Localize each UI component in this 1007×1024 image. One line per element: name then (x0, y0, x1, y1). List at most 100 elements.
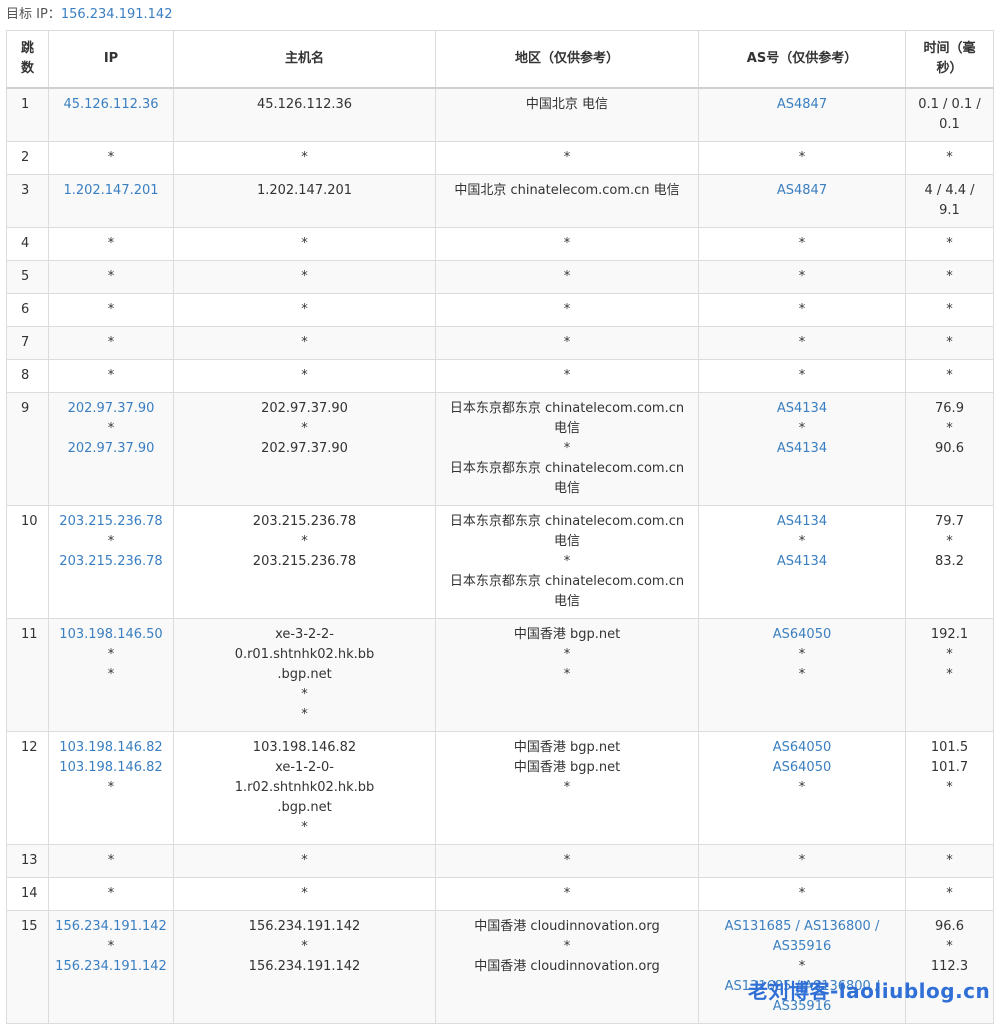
as-link[interactable]: AS131685 / AS136800 / AS35916 (717, 917, 887, 957)
time-cell: 0.1 / 0.1 / 0.1 (905, 87, 994, 142)
host-value: * (301, 335, 308, 350)
table-row: 1 45.126.112.36 45.126.112.36 中国北京 电信 AS4847… (6, 87, 994, 142)
as-link[interactable]: AS64050 (717, 625, 887, 645)
ip-value: * (107, 667, 115, 682)
ip-value: * (107, 335, 115, 350)
as-link[interactable]: AS4134 (717, 512, 887, 532)
as-link[interactable]: AS4847 (717, 95, 887, 115)
ip-cell: * (48, 877, 174, 911)
host-value: * (301, 886, 308, 901)
region-cell: 中国北京 电信 (435, 87, 699, 142)
time-value: 96.6 (935, 919, 964, 934)
host-value: 203.215.236.78 (252, 514, 357, 529)
host-value: * (301, 269, 308, 284)
as-cell: AS131685 / AS136800 / AS35916 * AS131685 /… (698, 910, 906, 1024)
host-value: 202.97.37.90 (261, 441, 348, 456)
as-value: * (798, 269, 806, 284)
ip-link[interactable]: 1.202.147.201 (49, 181, 173, 201)
ip-value: * (107, 886, 115, 901)
hostname-cell: * (173, 293, 436, 327)
ip-link[interactable]: 103.198.146.82 (49, 738, 173, 758)
ip-cell: * (48, 260, 174, 294)
ip-link[interactable]: 203.215.236.78 (49, 552, 173, 572)
ip-cell: * (48, 844, 174, 878)
table-row: 10 203.215.236.78 * 203.215.236.78 203.215.2… (6, 505, 994, 619)
ip-value: * (107, 421, 115, 436)
as-value: * (798, 150, 806, 165)
ip-value: * (107, 302, 115, 317)
host-value: 156.234.191.142 (248, 919, 361, 934)
ip-link[interactable]: 103.198.146.50 (49, 625, 173, 645)
hostname-cell: * (173, 326, 436, 360)
as-link[interactable]: AS4134 (717, 439, 887, 459)
region-cell: * (435, 877, 699, 911)
ip-link[interactable]: 202.97.37.90 (49, 399, 173, 419)
region-value: * (563, 554, 571, 569)
as-link[interactable]: AS64050 (717, 758, 887, 778)
region-cell: 中国香港 cloudinnovation.org * 中国香港 cloudinnov… (435, 910, 699, 1024)
as-cell: AS4847 (698, 174, 906, 228)
time-value: * (946, 886, 953, 901)
time-value: * (946, 939, 953, 954)
region-value: * (563, 886, 571, 901)
host-value: * (301, 820, 308, 835)
as-cell: * (698, 141, 906, 175)
ip-link[interactable]: 156.234.191.142 (49, 957, 173, 977)
host-value: * (301, 687, 308, 702)
region-value: 中国香港 bgp.net (513, 760, 621, 775)
table-row: 4 * * * * * (6, 227, 994, 261)
as-cell: AS64050 AS64050 * (698, 731, 906, 845)
as-link[interactable]: AS4847 (717, 181, 887, 201)
region-cell: 日本东京都东京 chinatelecom.com.cn 电信 * 日本东京都东京 c… (435, 505, 699, 619)
ip-value: * (107, 647, 115, 662)
ip-cell: 1.202.147.201 (48, 174, 174, 228)
hop-cell: 12 (6, 731, 49, 845)
region-cell: 中国香港 bgp.net 中国香港 bgp.net * (435, 731, 699, 845)
ip-value: * (107, 853, 115, 868)
ip-value: * (107, 269, 115, 284)
as-cell: * (698, 877, 906, 911)
as-cell: * (698, 260, 906, 294)
region-cell: * (435, 260, 699, 294)
target-ip-value[interactable]: 156.234.191.142 (61, 7, 173, 22)
region-cell: * (435, 359, 699, 393)
hostname-cell: 203.215.236.78 * 203.215.236.78 (173, 505, 436, 619)
ip-cell: * (48, 359, 174, 393)
time-cell: 4 / 4.4 / 9.1 (905, 174, 994, 228)
host-value: 103.198.146.82 (252, 740, 357, 755)
as-cell: AS4134 * AS4134 (698, 505, 906, 619)
time-value: * (946, 780, 953, 795)
time-value: 4 / 4.4 / 9.1 (924, 183, 975, 218)
hostname-cell: * (173, 260, 436, 294)
as-value: * (798, 421, 806, 436)
hop-cell: 15 (6, 910, 49, 1024)
table-row: 14 * * * * * (6, 877, 994, 911)
table-row: 2 * * * * * (6, 141, 994, 175)
ip-link[interactable]: 156.234.191.142 (49, 917, 173, 937)
table-row: 8 * * * * * (6, 359, 994, 393)
region-value: * (563, 236, 571, 251)
ip-link[interactable]: 103.198.146.82 (49, 758, 173, 778)
as-link[interactable]: AS4134 (717, 552, 887, 572)
region-cell: * (435, 326, 699, 360)
as-link[interactable]: AS4134 (717, 399, 887, 419)
hop-cell: 2 (6, 141, 49, 175)
ip-value: * (107, 150, 115, 165)
host-value: 45.126.112.36 (256, 97, 353, 112)
region-cell: 中国香港 bgp.net * * (435, 618, 699, 732)
region-value: * (563, 368, 571, 383)
as-value: * (798, 647, 806, 662)
time-value: * (946, 853, 953, 868)
hostname-cell: xe-3-2-2-0.r01.shtnhk02.hk.bb.bgp.net * * (173, 618, 436, 732)
time-cell: * (905, 260, 994, 294)
ip-link[interactable]: 203.215.236.78 (49, 512, 173, 532)
region-value: * (563, 150, 571, 165)
time-value: * (946, 534, 953, 549)
hop-cell: 13 (6, 844, 49, 878)
hop-cell: 10 (6, 505, 49, 619)
ip-link[interactable]: 202.97.37.90 (49, 439, 173, 459)
ip-link[interactable]: 45.126.112.36 (49, 95, 173, 115)
region-value: 中国香港 cloudinnovation.org (474, 919, 660, 934)
as-link[interactable]: AS64050 (717, 738, 887, 758)
time-value: 101.7 (930, 760, 969, 775)
